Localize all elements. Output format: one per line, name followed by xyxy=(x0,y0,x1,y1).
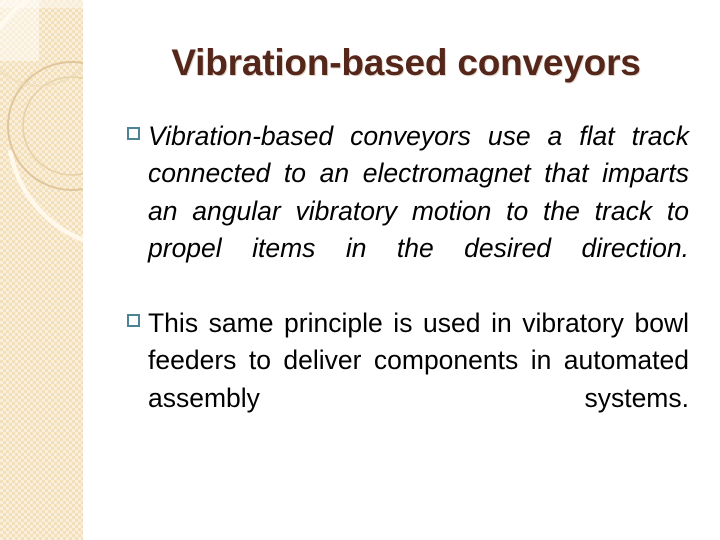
page-title: Vibration-based conveyors xyxy=(171,42,641,83)
bullet-text-2: This same principle is used in vibratory… xyxy=(148,308,689,413)
hollow-square-bullet-icon xyxy=(127,314,140,328)
body-content: Vibration-based conveyors use a flat tra… xyxy=(126,118,689,455)
bullet-text-1: Vibration-based conveyors use a flat tra… xyxy=(148,121,689,264)
decorative-sidebar xyxy=(0,0,83,540)
sidebar-arc-decoration xyxy=(0,0,83,243)
hollow-square-bullet-icon xyxy=(127,127,140,140)
list-item: This same principle is used in vibratory… xyxy=(126,305,689,455)
slide: Vibration-based conveyors Vibration-base… xyxy=(0,0,720,540)
list-item: Vibration-based conveyors use a flat tra… xyxy=(126,118,689,305)
